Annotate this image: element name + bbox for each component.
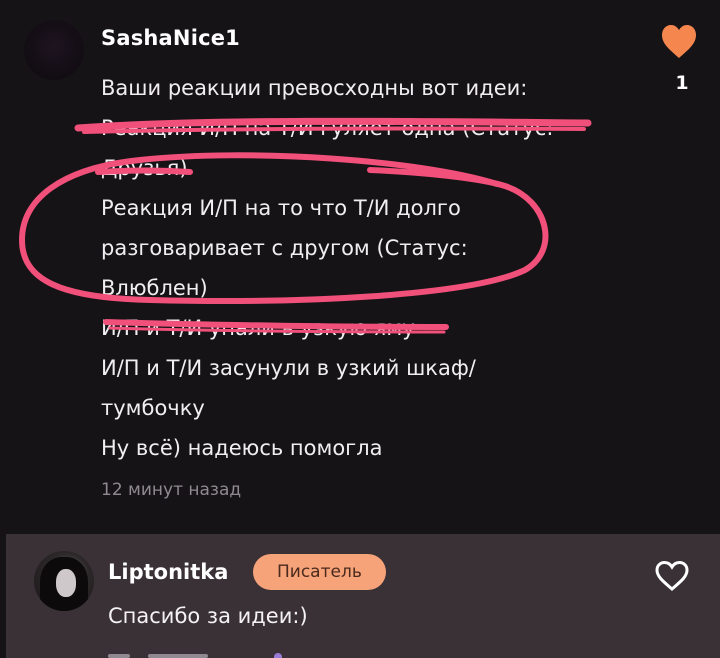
comment-line: И/П и Т/И засунули в узкий шкаф/ (101, 356, 476, 380)
comment-text: Спасибо за идеи:) (108, 604, 308, 628)
timestamp: 12 минут назад (101, 480, 242, 500)
comment-reply: Liptonitka Писатель Спасибо за идеи:) (6, 534, 720, 658)
avatar[interactable] (34, 551, 94, 611)
comment-line: Ваши реакции превосходны вот идеи: (101, 76, 528, 100)
username[interactable]: Liptonitka (108, 560, 228, 584)
heart-outline-icon[interactable] (654, 560, 690, 592)
comment-line: тумбочку (101, 396, 205, 420)
comment-line: И/П и Т/И упали в узкую яму (101, 316, 415, 340)
comment-main: SashaNice1 1 Ваши реакции превосходны во… (0, 0, 720, 520)
comment-body: Ваши реакции превосходны вот идеи: Реакц… (101, 68, 661, 468)
comment-line: разговаривает с другом (Статус: (101, 236, 468, 260)
comment-line: Влюблен) (101, 276, 208, 300)
reply-actions-partial (108, 653, 282, 658)
heart-filled-icon[interactable] (660, 24, 698, 60)
avatar[interactable] (24, 20, 84, 80)
comment-line: Реакция И/П на Т/И гуляет одна (Статус: (101, 116, 554, 140)
comment-line: Реакция И/П на то что Т/И долго (101, 196, 461, 220)
comment-line: Друзья) (101, 156, 188, 180)
comment-line: Ну всё) надеюсь помогла (101, 436, 383, 460)
username[interactable]: SashaNice1 (101, 26, 240, 50)
avatar-face (56, 569, 76, 597)
like-count: 1 (675, 72, 689, 94)
role-badge: Писатель (253, 554, 386, 590)
